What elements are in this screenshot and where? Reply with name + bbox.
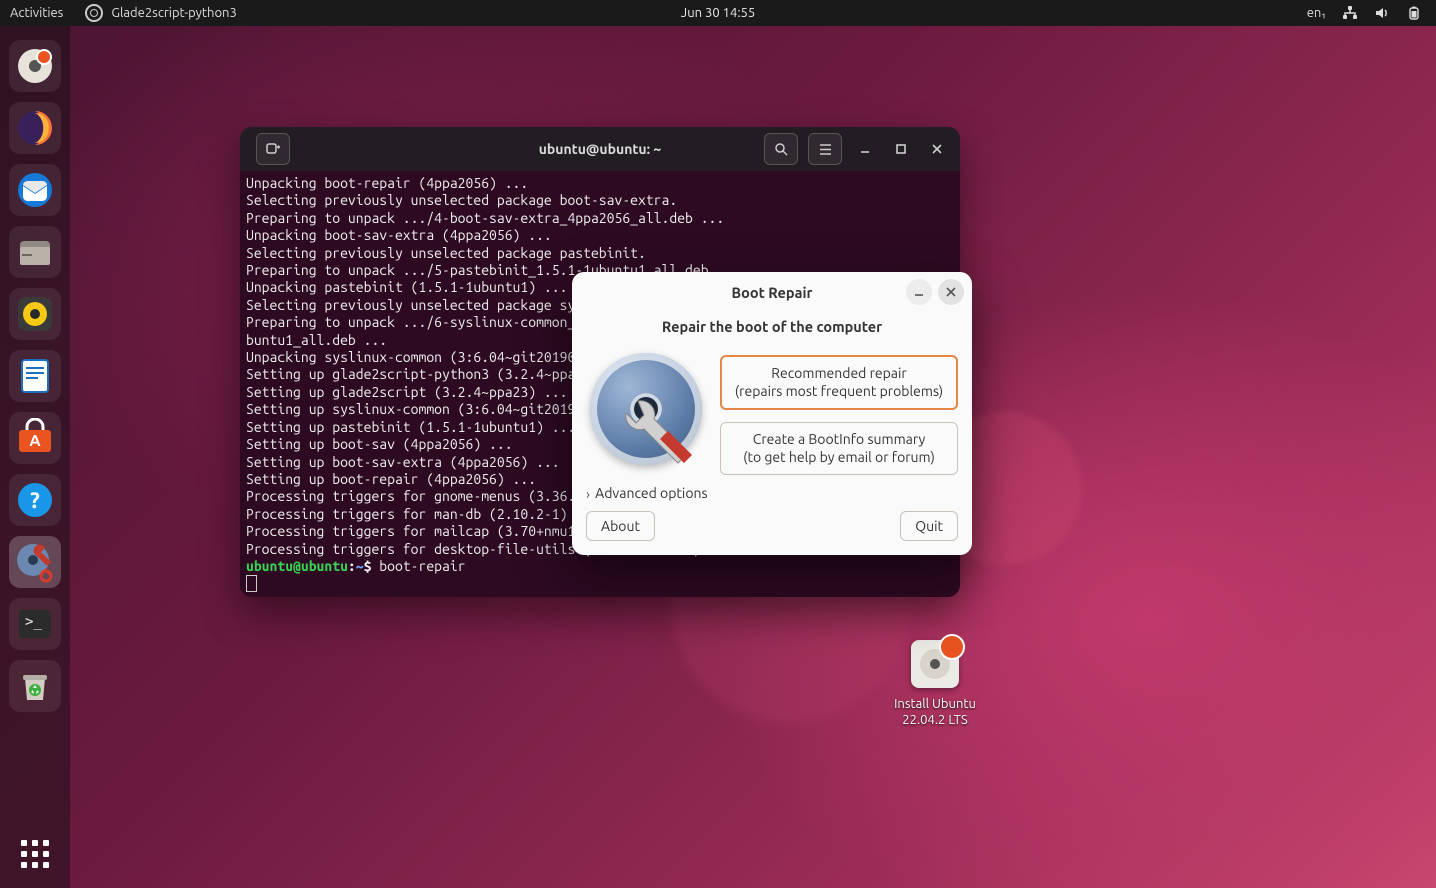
boot-repair-minimize-button[interactable] [906,279,932,305]
boot-repair-subtitle: Repair the boot of the computer [572,312,972,343]
install-ubuntu-icon [911,640,959,688]
boot-repair-dialog: Boot Repair Repair the boot of the compu… [572,272,972,555]
terminal-search-button[interactable] [764,133,798,165]
terminal-maximize-button[interactable] [888,136,914,162]
terminal-minimize-button[interactable] [852,136,878,162]
bootinfo-line1: Create a BootInfo summary [731,431,947,449]
terminal-title: ubuntu@ubuntu: ~ [539,141,662,157]
svg-text:?: ? [30,488,40,513]
bootinfo-line2: (to get help by email or forum) [731,449,947,467]
dock-files[interactable] [9,226,61,278]
boot-repair-close-button[interactable] [938,279,964,305]
advanced-options-label: Advanced options [595,485,707,501]
boot-repair-header[interactable]: Boot Repair [572,272,972,312]
recommended-repair-button[interactable]: Recommended repair (repairs most frequen… [720,355,958,410]
recommended-repair-line2: (repairs most frequent problems) [732,383,946,401]
input-source-indicator[interactable]: en₁ [1307,6,1326,20]
focused-app-menu[interactable]: Glade2script-python3 [85,4,237,22]
svg-text:>_: >_ [25,614,42,630]
desktop-icon-label-1: Install Ubuntu [864,696,1006,712]
boot-repair-title: Boot Repair [732,284,813,301]
dock-firefox[interactable] [9,102,61,154]
recommended-repair-line1: Recommended repair [732,365,946,383]
terminal-close-button[interactable] [924,136,950,162]
activities-button[interactable]: Activities [10,6,63,20]
dock-rhythmbox[interactable] [9,288,61,340]
dock-terminal[interactable]: >_ [9,598,61,650]
quit-button[interactable]: Quit [900,511,958,541]
dock-thunderbird[interactable] [9,164,61,216]
desktop-install-ubuntu[interactable]: Install Ubuntu 22.04.2 LTS [904,640,966,729]
bootinfo-summary-button[interactable]: Create a BootInfo summary (to get help b… [720,422,958,475]
show-applications-button[interactable] [0,840,70,868]
advanced-options-toggle[interactable]: › Advanced options [572,477,972,505]
boot-repair-logo-icon [586,349,706,469]
dock-ubuntu-software[interactable]: A [9,412,61,464]
terminal-new-tab-button[interactable] [256,133,290,165]
chevron-right-icon: › [586,486,590,502]
network-icon[interactable] [1342,5,1358,21]
dock-help[interactable]: ? [9,474,61,526]
svg-text:A: A [29,432,41,450]
dock-boot-repair[interactable] [9,536,61,588]
volume-icon[interactable] [1374,5,1390,21]
dock-ubiquity[interactable] [9,40,61,92]
about-button[interactable]: About [586,511,655,541]
app-indicator-icon [85,4,103,22]
dock-libreoffice-writer[interactable] [9,350,61,402]
top-bar: Activities Glade2script-python3 Jun 30 1… [0,0,1436,26]
dock-trash[interactable] [9,660,61,712]
battery-icon[interactable] [1406,5,1422,21]
dock: A ? >_ [0,26,70,888]
terminal-menu-button[interactable] [808,133,842,165]
desktop-icon-label-2: 22.04.2 LTS [864,712,1006,728]
clock[interactable]: Jun 30 14:55 [681,6,755,20]
focused-app-label: Glade2script-python3 [111,6,237,20]
terminal-header[interactable]: ubuntu@ubuntu: ~ [240,127,960,171]
